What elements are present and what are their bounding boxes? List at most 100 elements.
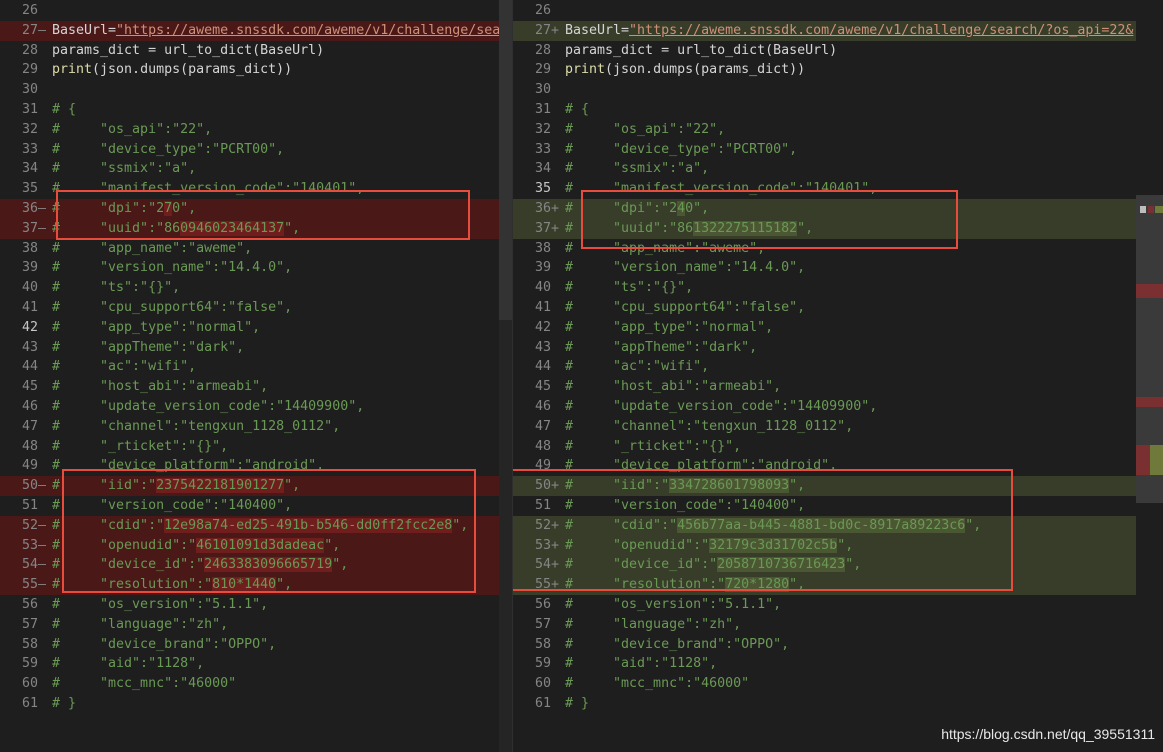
code-text: # "openudid":"32179c3d31702c5b", [565,536,853,556]
code-token: 46101091d3dadeac [196,537,325,553]
code-line[interactable]: 41 # "cpu_support64":"false", [513,298,1137,318]
code-token: # "device_type":"PCRT00", [565,141,798,157]
code-line[interactable]: 42 # "app_type":"normal", [513,318,1137,338]
code-line[interactable]: 52+ # "cdid":"456b77aa-b445-4881-bd0c-891… [513,515,1137,536]
overview-marker [1155,206,1163,213]
line-number-text: 53 [21,537,38,553]
scrollbar-thumb[interactable] [499,0,512,320]
code-line[interactable]: 48 # "_rticket":"{}", [0,437,512,457]
code-line[interactable]: 51 # "version_code":"140400", [0,496,512,516]
code-token: # "app_type":"normal", [52,319,261,335]
code-line[interactable]: 51 # "version_code":"140400", [513,496,1137,516]
code-line[interactable]: 44 # "ac":"wifi", [513,357,1137,377]
code-line[interactable]: 34 # "ssmix":"a", [513,159,1137,179]
code-line[interactable]: 39 # "version_name":"14.4.0", [0,258,512,278]
code-line[interactable]: 42 # "app_type":"normal", [0,318,512,338]
code-line[interactable]: 46 # "update_version_code":"14409900", [513,397,1137,417]
code-line[interactable]: 59 # "aid":"1128", [513,654,1137,674]
code-line[interactable]: 54— # "device_id":"2463383096665719", [0,555,512,576]
code-line[interactable]: 40 # "ts":"{}", [513,278,1137,298]
diff-marker: — [38,537,47,553]
code-line[interactable]: 55— # "resolution":"810*1440", [0,575,512,596]
code-line[interactable]: 45 # "host_abi":"armeabi", [513,377,1137,397]
code-line[interactable]: 43 # "appTheme":"dark", [513,338,1137,358]
code-line[interactable]: 58 # "device_brand":"OPPO", [513,635,1137,655]
code-line[interactable]: 35 # "manifest_version_code":"140401", [513,179,1137,199]
code-line[interactable]: 60 # "mcc_mnc":"46000" [513,674,1137,694]
code-text: # "os_api":"22", [52,120,212,140]
code-line[interactable]: 33 # "device_type":"PCRT00", [0,140,512,160]
code-line[interactable]: 57 # "language":"zh", [513,615,1137,635]
code-line[interactable]: 36+ # "dpi":"240", [513,199,1137,219]
code-line[interactable]: 28 params_dict = url_to_dict(BaseUrl) [513,41,1137,61]
code-line[interactable]: 41 # "cpu_support64":"false", [0,298,512,318]
code-line[interactable]: 38 # "app_name":"aweme", [513,239,1137,259]
code-line[interactable]: 27— BaseUrl="https://aweme.snssdk.com/awe… [0,20,512,41]
diff-overview-ruler[interactable] [1136,0,1163,752]
diff-pane-original[interactable]: 26 27— BaseUrl="https://aweme.snssdk.com/a… [0,0,512,752]
code-token: # "openudid":" [565,537,710,553]
code-line[interactable]: 49 # "device_platform":"android", [513,456,1137,476]
code-text: # "device_id":"2058710736716423", [565,555,861,575]
code-line[interactable]: 47 # "channel":"tengxun_1128_0112", [513,417,1137,437]
code-line[interactable]: 38 # "app_name":"aweme", [0,239,512,259]
code-line[interactable]: 26 [513,1,1137,21]
code-line[interactable]: 54+ # "device_id":"2058710736716423", [513,555,1137,576]
code-line[interactable]: 61 # } [0,694,512,714]
code-line[interactable]: 61 # } [513,694,1137,714]
code-line[interactable]: 37+ # "uuid":"861322275115182", [513,218,1137,239]
code-line[interactable]: 59 # "aid":"1128", [0,654,512,674]
code-text: # "mcc_mnc":"46000" [52,674,236,694]
code-line[interactable]: 50— # "iid":"2375422181901277", [0,476,512,497]
code-line[interactable]: 27+ BaseUrl="https://aweme.snssdk.com/awe… [513,20,1137,41]
code-text: # "iid":"334728601798093", [565,476,805,496]
code-line[interactable]: 32 # "os_api":"22", [0,120,512,140]
code-line[interactable]: 50+ # "iid":"334728601798093", [513,476,1137,497]
code-line[interactable]: 49 # "device_platform":"android", [0,456,512,476]
code-line[interactable]: 47 # "channel":"tengxun_1128_0112", [0,417,512,437]
code-text: # "cpu_support64":"false", [565,298,805,318]
code-line[interactable]: 33 # "device_type":"PCRT00", [513,140,1137,160]
code-line[interactable]: 55+ # "resolution":"720*1280", [513,575,1137,596]
code-line[interactable]: 31 # { [0,100,512,120]
code-line[interactable]: 48 # "_rticket":"{}", [513,437,1137,457]
line-number: 27— [0,21,48,41]
code-token: # "channel":"tengxun_1128_0112", [52,418,341,434]
code-line[interactable]: 53+ # "openudid":"32179c3d31702c5b", [513,535,1137,556]
code-line[interactable]: 36— # "dpi":"270", [0,199,512,219]
code-line[interactable]: 44 # "ac":"wifi", [0,357,512,377]
code-line[interactable]: 56 # "os_version":"5.1.1", [513,595,1137,615]
diff-pane-modified[interactable]: 26 27+ BaseUrl="https://aweme.snssdk.com/a… [512,0,1137,752]
code-line[interactable]: 58 # "device_brand":"OPPO", [0,635,512,655]
code-line[interactable]: 35 # "manifest_version_code":"140401", [0,179,512,199]
code-line[interactable]: 45 # "host_abi":"armeabi", [0,377,512,397]
line-number-text: 42 [534,319,551,335]
code-line[interactable]: 39 # "version_name":"14.4.0", [513,258,1137,278]
code-line[interactable]: 31 # { [513,100,1137,120]
code-line[interactable]: 56 # "os_version":"5.1.1", [0,595,512,615]
code-line[interactable]: 30 [513,80,1137,100]
line-number-text: 58 [21,636,38,652]
code-line[interactable]: 28 params_dict = url_to_dict(BaseUrl) [0,41,512,61]
code-line[interactable]: 32 # "os_api":"22", [513,120,1137,140]
line-number: 44 [0,357,48,377]
code-line[interactable]: 60 # "mcc_mnc":"46000" [0,674,512,694]
code-line[interactable]: 29 print(json.dumps(params_dict)) [0,60,512,80]
code-line[interactable]: 34 # "ssmix":"a", [0,159,512,179]
scrollbar-original[interactable] [499,0,512,752]
code-line[interactable]: 52— # "cdid":"12e98a74-ed25-491b-b546-dd0… [0,515,512,536]
line-number-text: 43 [21,339,38,355]
code-line[interactable]: 37— # "uuid":"860946023464137", [0,218,512,239]
code-text: # "iid":"2375422181901277", [52,476,300,496]
code-line[interactable]: 57 # "language":"zh", [0,615,512,635]
code-line[interactable]: 46 # "update_version_code":"14409900", [0,397,512,417]
code-line[interactable]: 26 [0,1,512,21]
code-text: # "device_platform":"android", [565,456,837,476]
code-line[interactable]: 30 [0,80,512,100]
code-line[interactable]: 29 print(json.dumps(params_dict)) [513,60,1137,80]
line-number: 42 [513,318,561,338]
code-line[interactable]: 53— # "openudid":"46101091d3dadeac", [0,535,512,556]
code-line[interactable]: 43 # "appTheme":"dark", [0,338,512,358]
line-number-text: 55 [21,577,38,593]
code-line[interactable]: 40 # "ts":"{}", [0,278,512,298]
